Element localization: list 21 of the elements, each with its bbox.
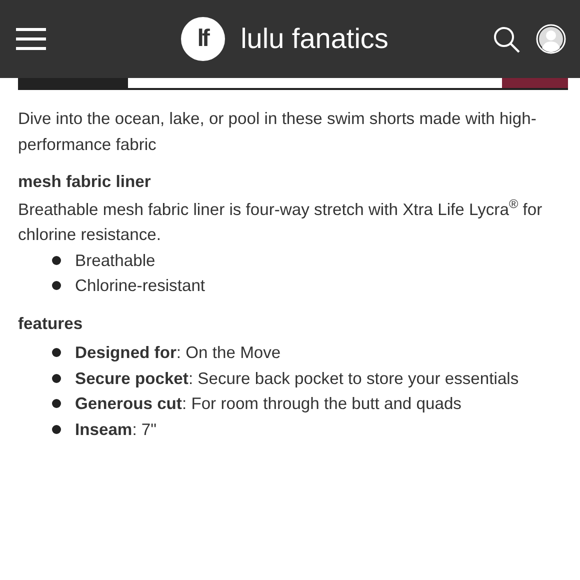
brand-name[interactable]: lulu fanatics [240,18,388,60]
list-item-text: Generous cut: For room through the butt and quads [75,393,462,415]
search-icon[interactable] [493,26,520,52]
list-item-text: Chlorine-resistant [75,275,206,297]
section-text: Breathable mesh fabric liner is four-way stretch with Xtra Life Lycra$^{®}$ for chlorine resistance. [18,196,544,246]
menu-icon[interactable] [16,28,46,50]
bullet-icon [52,374,61,383]
user-icon[interactable] [536,24,566,54]
description-text: Dive into the ocean, lake, or pool in these swim shorts made with high-performance fabric [18,108,538,156]
list-item-text: Inseam: 7" [75,418,157,440]
list-item-text: Secure pocket: Secure back pocket to store your essentials [75,368,519,390]
bullet-icon [52,281,61,290]
bullet-icon [52,424,61,434]
bullet-icon [52,348,61,358]
section-heading: mesh fabric liner [18,171,152,193]
logo-mark[interactable]: lf [180,17,225,61]
bullet-icon [52,399,61,408]
section-heading: features [18,312,84,334]
list-item-text: Breathable [75,250,156,272]
bullet-icon [52,256,61,265]
list-item-text: Designed for: On the Move [75,342,281,364]
